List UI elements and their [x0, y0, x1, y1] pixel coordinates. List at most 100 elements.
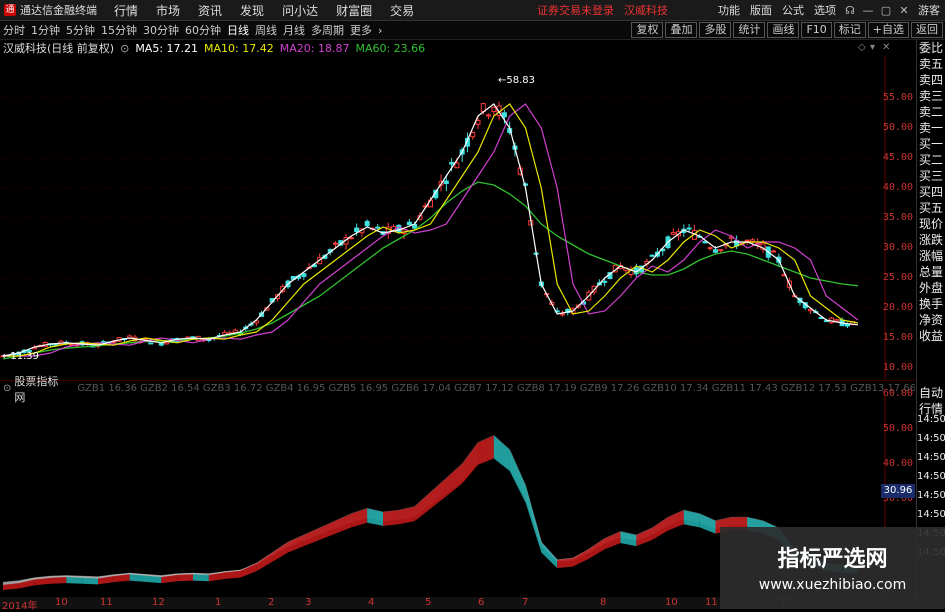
indicator-values: GZB1 16.36 GZB2 16.54 GZB3 16.72 GZB4 16… [77, 383, 915, 394]
watermark-url: www.xuezhibiao.com [758, 577, 907, 593]
date-tick: 2 [268, 597, 275, 608]
maximize-icon[interactable]: ▢ [877, 4, 895, 17]
indicator-current-value: 30.96 [881, 484, 915, 498]
chart-title: 汉威科技(日线 前复权) [3, 42, 115, 55]
indicator-area [50, 577, 67, 584]
date-tick: 4 [368, 597, 375, 608]
indicator-area [288, 535, 304, 553]
period-multi[interactable]: 多周期 [308, 22, 347, 38]
period-daily[interactable]: 日线 [224, 22, 252, 38]
candle-body [164, 341, 170, 345]
tool-mark[interactable]: 标记 [833, 22, 866, 38]
indicator-area [351, 508, 368, 528]
candle-body [396, 224, 402, 233]
period-more[interactable]: 更多 [347, 22, 375, 38]
period-monthly[interactable]: 月线 [280, 22, 308, 38]
tool-f10[interactable]: F10 [801, 22, 832, 38]
settings-icon[interactable]: ⊙ [117, 42, 132, 55]
indicator-area [319, 520, 336, 540]
diamond-icon[interactable]: ◇ [858, 42, 866, 53]
indicator-time-label: 14:50 [917, 509, 945, 520]
minimize-icon[interactable]: — [859, 4, 877, 17]
side-label-1: 卖五 [918, 57, 943, 71]
candle-body [834, 319, 840, 322]
headset-icon[interactable]: ☊ [841, 4, 859, 17]
date-tick: 6 [478, 597, 485, 608]
candle-body [649, 254, 655, 257]
period-15min[interactable]: 15分钟 [98, 22, 140, 38]
close-icon[interactable]: ✕ [895, 4, 913, 17]
price-tick: 40.00 [882, 182, 913, 193]
indicator-area [66, 577, 83, 584]
indicator-area [177, 574, 193, 582]
indicator-area [620, 531, 637, 547]
date-tick: 11 [100, 597, 113, 608]
price-tick: 45.00 [882, 152, 913, 163]
candle-body [375, 226, 381, 229]
tool-stats[interactable]: 统计 [733, 22, 766, 38]
close-small-icon[interactable]: ✕ [882, 42, 890, 53]
period-1min[interactable]: 1分钟 [28, 22, 63, 38]
menu-quotes[interactable]: 行情 [105, 2, 147, 19]
indicator-area [383, 510, 399, 526]
menu-market[interactable]: 市场 [147, 2, 189, 19]
indicator-area [256, 552, 273, 572]
menu-trade[interactable]: 交易 [381, 2, 423, 19]
guest-label[interactable]: 游客 [913, 2, 945, 18]
candle-body [449, 162, 455, 165]
indicator-area [193, 574, 209, 582]
tool-back[interactable]: 返回 [911, 22, 943, 38]
indicator-area [493, 435, 510, 472]
side-label-17: 净资 [918, 313, 943, 327]
ma5-value: MA5: 17.21 [135, 41, 199, 55]
tool-multi-stock[interactable]: 多股 [699, 22, 732, 38]
date-tick: 7 [522, 597, 529, 608]
date-tick: 1 [215, 597, 222, 608]
tool-overlay[interactable]: 叠加 [665, 22, 698, 38]
menu-layout[interactable]: 版面 [745, 2, 777, 18]
app-title: 通 通达信金融终端 [0, 2, 105, 18]
side-label-13: 涨幅 [918, 249, 943, 263]
period-intraday[interactable]: 分时 [0, 22, 28, 38]
side-label-2: 卖四 [918, 73, 943, 87]
side-tab-0[interactable]: 自动 [917, 385, 945, 401]
candle-body [686, 227, 692, 230]
indicator-area [430, 478, 447, 509]
app-logo-icon: 通 [4, 4, 16, 16]
indicator-time-label: 14:50 [917, 433, 945, 444]
side-label-4: 卖二 [918, 105, 943, 119]
candle-body [771, 250, 777, 253]
menu-bar: 通 通达信金融终端 行情 市场 资讯 发现 问小达 财富圈 交易 证券交易未登录… [0, 0, 945, 21]
price-tick: 10.00 [882, 362, 913, 373]
menu-options[interactable]: 选项 [809, 2, 841, 18]
period-60min[interactable]: 60分钟 [182, 22, 224, 38]
candle-body [364, 220, 370, 227]
candlestick-chart[interactable]: ←58.83 ←11.39 [0, 56, 890, 379]
indicator-area [588, 538, 605, 559]
menu-discover[interactable]: 发现 [231, 2, 273, 19]
chevron-down-icon[interactable]: ▾ [870, 42, 875, 53]
candle-body [348, 237, 354, 240]
tool-adjust[interactable]: 复权 [631, 22, 664, 38]
tool-add-favorite[interactable]: +自选 [867, 22, 909, 38]
price-tick: 25.00 [882, 272, 913, 283]
indicator-area [414, 492, 431, 522]
menu-formula[interactable]: 公式 [777, 2, 809, 18]
tool-draw[interactable]: 画线 [767, 22, 800, 38]
period-5min[interactable]: 5分钟 [63, 22, 98, 38]
menu-ask[interactable]: 问小达 [273, 2, 327, 19]
indicator-settings-icon[interactable]: ⊙ [0, 383, 14, 394]
chevron-right-icon[interactable]: › [375, 24, 385, 37]
menu-wealth[interactable]: 财富圈 [327, 2, 381, 19]
trade-login-warning[interactable]: 证券交易未登录 [532, 2, 619, 18]
side-label-16: 换手 [918, 297, 943, 311]
menu-function[interactable]: 功能 [713, 2, 745, 18]
indicator-area [272, 542, 288, 562]
candle-body [844, 323, 850, 327]
menu-news[interactable]: 资讯 [189, 2, 231, 19]
period-30min[interactable]: 30分钟 [140, 22, 182, 38]
price-tick: 15.00 [882, 332, 913, 343]
candle-body [475, 120, 481, 125]
candle-body [749, 239, 755, 243]
period-weekly[interactable]: 周线 [252, 22, 280, 38]
